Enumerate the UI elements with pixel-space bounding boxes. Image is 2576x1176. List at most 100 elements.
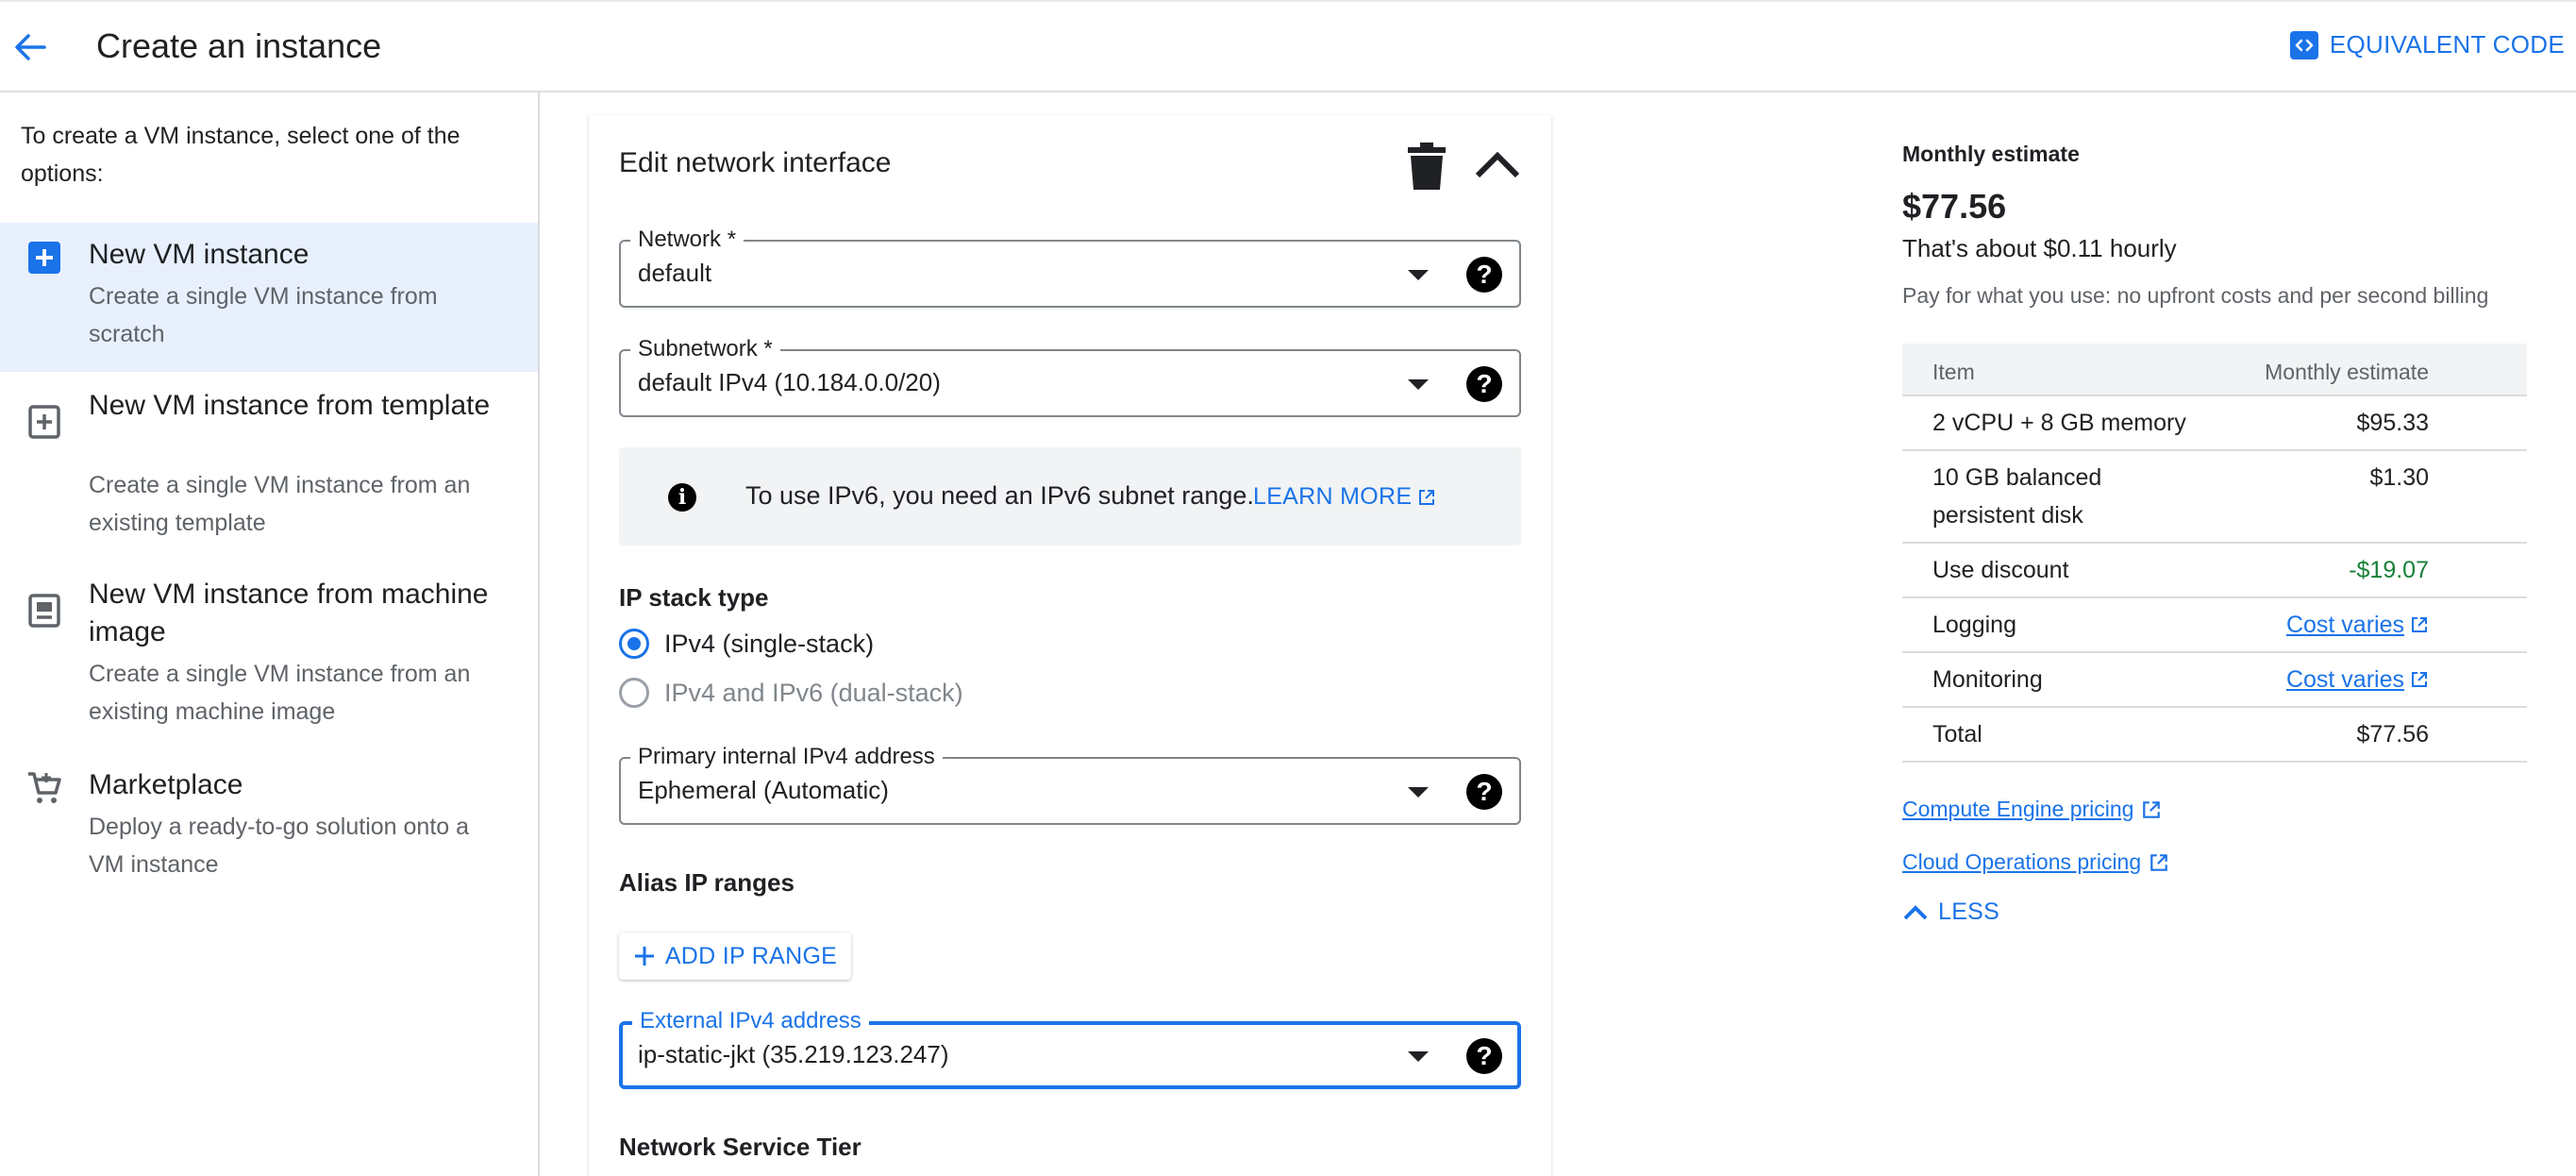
cost-varies-link[interactable]: Cost varies	[2286, 606, 2429, 644]
column-header-item: Item	[1932, 360, 1975, 384]
table-row: Logging Cost varies	[1902, 598, 2527, 653]
network-select[interactable]: Network * default ?	[619, 227, 1521, 308]
back-button[interactable]	[9, 23, 51, 72]
show-less-button[interactable]: LESS	[1902, 899, 1999, 926]
field-value: ip-static-jkt (35.219.123.247)	[638, 1040, 949, 1068]
primary-ipv4-select[interactable]: Primary internal IPv4 address Ephemeral …	[619, 744, 1521, 825]
info-text: To use IPv6, you need an IPv6 subnet ran…	[745, 481, 1254, 510]
less-label: LESS	[1938, 899, 2000, 925]
page-header: Create an instance EQUIVALENT CODE	[0, 2, 2576, 92]
machine-image-icon	[28, 594, 60, 628]
help-icon[interactable]: ?	[1466, 1038, 1502, 1074]
dropdown-arrow-icon	[1408, 1051, 1429, 1062]
options-sidebar: To create a VM instance, select one of t…	[0, 92, 540, 1176]
row-item: 10 GB balanced persistent disk	[1932, 464, 2102, 529]
template-icon	[28, 405, 60, 439]
alias-ip-label: Alias IP ranges	[619, 868, 795, 897]
option-from-template[interactable]: New VM instance from template Create a s…	[0, 381, 538, 557]
estimate-note: Pay for what you use: no upfront costs a…	[1902, 283, 2489, 308]
help-icon[interactable]: ?	[1466, 257, 1502, 293]
external-link-icon	[2412, 672, 2427, 687]
info-icon: i	[668, 483, 696, 512]
chevron-up-icon	[1903, 904, 1928, 919]
radio-unchecked-icon	[619, 678, 649, 708]
delete-icon[interactable]	[1406, 142, 1447, 191]
table-row-total: Total $77.56	[1902, 708, 2527, 763]
estimate-price: $77.56	[1902, 187, 2007, 226]
row-item: 2 vCPU + 8 GB memory	[1932, 410, 2186, 436]
row-value: $77.56	[2356, 721, 2429, 748]
subnetwork-select[interactable]: Subnetwork * default IPv4 (10.184.0.0/20…	[619, 336, 1521, 417]
row-value: $95.33	[2356, 410, 2429, 436]
radio-ipv4-ipv6-dual[interactable]: IPv4 and IPv6 (dual-stack)	[619, 678, 963, 708]
table-row: Use discount -$19.07	[1902, 544, 2527, 598]
row-item: Use discount	[1932, 557, 2069, 583]
option-desc: Deploy a ready-to-go solution onto a VM …	[89, 814, 470, 878]
row-value: $1.30	[2369, 464, 2429, 491]
cost-varies-link[interactable]: Cost varies	[2286, 661, 2429, 698]
link-label: Cost varies	[2285, 666, 2404, 693]
estimate-label: Monthly estimate	[1902, 142, 2080, 166]
row-item: Monitoring	[1932, 666, 2043, 693]
ip-stack-label: IP stack type	[619, 583, 769, 612]
ipv6-info-banner: i To use IPv6, you need an IPv6 subnet r…	[619, 447, 1521, 546]
estimate-hourly: That's about $0.11 hourly	[1902, 234, 2177, 262]
option-new-vm[interactable]: New VM instance Create a single VM insta…	[0, 223, 538, 372]
row-value-discount: -$19.07	[2349, 557, 2429, 583]
dropdown-arrow-icon	[1408, 787, 1429, 798]
help-icon[interactable]: ?	[1466, 774, 1502, 810]
option-desc: Create a single VM instance from an exis…	[89, 472, 471, 536]
external-link-icon	[2412, 617, 2427, 632]
radio-ipv4-single[interactable]: IPv4 (single-stack)	[619, 629, 874, 659]
estimate-table: Item Monthly estimate 2 vCPU + 8 GB memo…	[1902, 344, 2527, 763]
learn-more-link[interactable]: LEARN MORE	[1253, 483, 1436, 511]
network-interface-card: Edit network interface Network * default…	[589, 115, 1551, 1176]
external-ipv4-select[interactable]: External IPv4 address ip-static-jkt (35.…	[619, 1008, 1521, 1089]
option-desc: Create a single VM instance from an exis…	[89, 661, 471, 725]
external-link-icon	[2150, 853, 2167, 871]
option-marketplace[interactable]: Marketplace Deploy a ready-to-go solutio…	[0, 761, 538, 893]
sidebar-intro: To create a VM instance, select one of t…	[21, 123, 460, 187]
radio-label: IPv4 (single-stack)	[664, 629, 875, 658]
help-icon[interactable]: ?	[1466, 366, 1502, 402]
network-tier-label: Network Service Tier	[619, 1133, 861, 1161]
option-title: New VM instance from machine image	[89, 579, 489, 647]
column-header-estimate: Monthly estimate	[2265, 360, 2429, 384]
field-value: default	[638, 259, 712, 287]
option-from-machine-image[interactable]: New VM instance from machine image Creat…	[0, 570, 538, 746]
add-ip-range-button[interactable]: ADD IP RANGE	[619, 932, 851, 980]
table-row: 2 vCPU + 8 GB memory $95.33	[1902, 396, 2527, 451]
plus-icon	[634, 947, 654, 966]
add-ip-range-label: ADD IP RANGE	[664, 942, 838, 969]
equivalent-code-label: EQUIVALENT CODE	[2329, 30, 2565, 59]
equivalent-code-button[interactable]: EQUIVALENT CODE	[2289, 30, 2565, 59]
dropdown-arrow-icon	[1408, 379, 1429, 390]
radio-checked-icon	[619, 629, 649, 659]
radio-label: IPv4 and IPv6 (dual-stack)	[664, 678, 963, 707]
row-item: Total	[1932, 721, 1982, 748]
row-item: Logging	[1932, 612, 2016, 638]
compute-engine-pricing-link[interactable]: Compute Engine pricing	[1902, 797, 2162, 822]
field-label: External IPv4 address	[632, 1008, 869, 1034]
shopping-cart-icon	[28, 772, 61, 803]
cloud-operations-pricing-link[interactable]: Cloud Operations pricing	[1902, 849, 2169, 875]
table-row: Monitoring Cost varies	[1902, 653, 2527, 708]
chevron-up-icon[interactable]	[1474, 151, 1521, 179]
option-desc: Create a single VM instance from scratch	[89, 283, 438, 347]
add-box-icon	[28, 242, 60, 274]
table-row: 10 GB balanced persistent disk $1.30	[1902, 451, 2527, 544]
link-label: Cloud Operations pricing	[1902, 849, 2142, 874]
learn-more-label: LEARN MORE	[1253, 483, 1413, 510]
option-title: New VM instance from template	[89, 390, 491, 421]
field-value: Ephemeral (Automatic)	[638, 776, 889, 804]
table-header: Item Monthly estimate	[1902, 344, 2527, 396]
page-title: Create an instance	[96, 26, 382, 65]
field-label: Subnetwork *	[630, 336, 780, 362]
dropdown-arrow-icon	[1408, 270, 1429, 280]
arrow-back-icon	[15, 34, 46, 60]
code-icon	[2289, 30, 2318, 59]
external-link-icon	[2143, 800, 2161, 818]
external-link-icon	[1419, 489, 1435, 505]
field-label: Network *	[630, 227, 744, 253]
option-title: New VM instance	[89, 239, 309, 270]
